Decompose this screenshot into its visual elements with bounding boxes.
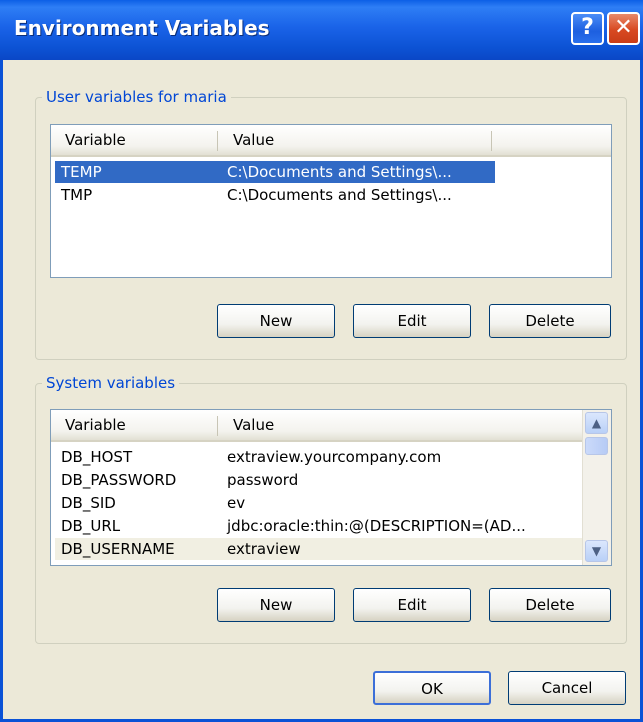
variable-value: C:\Documents and Settings\...	[227, 186, 452, 204]
variable-value: extraview.yourcompany.com	[227, 448, 442, 466]
variable-name: DB_PASSWORD	[61, 471, 177, 489]
scroll-thumb[interactable]	[585, 437, 608, 455]
ok-button[interactable]: OK	[373, 671, 491, 705]
variable-name: DB_HOST	[61, 448, 133, 466]
user-new-button[interactable]: New	[217, 304, 335, 338]
system-variables-label: System variables	[46, 374, 176, 392]
column-header-value[interactable]: Value	[219, 410, 519, 440]
list-item-db-username[interactable]: DB_USERNAME extraview	[51, 538, 611, 560]
user-delete-button[interactable]: Delete	[489, 304, 611, 338]
cancel-button[interactable]: Cancel	[508, 671, 626, 705]
chevron-up-icon: ▲	[591, 416, 602, 430]
title-bar[interactable]: Environment Variables ? ✕	[0, 0, 643, 60]
window-title: Environment Variables	[14, 16, 270, 40]
variable-name: DB_SID	[61, 494, 116, 512]
list-header: Variable Value	[51, 125, 611, 157]
list-item-db-sid[interactable]: DB_SID ev	[51, 492, 611, 514]
variable-value: C:\Documents and Settings\...	[227, 163, 452, 181]
list-header: Variable Value	[51, 410, 584, 442]
variable-name: TEMP	[61, 163, 102, 181]
variable-value: ev	[227, 494, 246, 512]
system-delete-button[interactable]: Delete	[489, 588, 611, 622]
column-divider[interactable]	[217, 416, 218, 436]
variable-name: DB_URL	[61, 517, 121, 535]
vertical-scrollbar[interactable]: ▲ ▼	[582, 410, 611, 565]
question-mark-icon: ?	[581, 15, 594, 40]
list-item-temp[interactable]: TEMP C:\Documents and Settings\...	[51, 161, 611, 183]
help-button[interactable]: ?	[571, 12, 604, 45]
close-button[interactable]: ✕	[607, 12, 640, 45]
user-variables-label: User variables for maria	[46, 88, 227, 106]
close-icon: ✕	[614, 15, 633, 40]
variable-name: DB_USERNAME	[61, 540, 175, 558]
system-edit-button[interactable]: Edit	[353, 588, 471, 622]
user-edit-button[interactable]: Edit	[353, 304, 471, 338]
list-item-tmp[interactable]: TMP C:\Documents and Settings\...	[51, 184, 611, 206]
user-variables-list[interactable]: Variable Value TEMP C:\Documents and Set…	[50, 124, 612, 278]
column-header-value[interactable]: Value	[219, 125, 489, 155]
list-item-db-url[interactable]: DB_URL jdbc:oracle:thin:@(DESCRIPTION=(A…	[51, 515, 611, 537]
scroll-up-button[interactable]: ▲	[585, 412, 608, 434]
variable-name: TMP	[61, 186, 93, 204]
chevron-down-icon: ▼	[591, 544, 602, 558]
column-divider[interactable]	[491, 131, 492, 151]
list-item-db-password[interactable]: DB_PASSWORD password	[51, 469, 611, 491]
column-divider[interactable]	[217, 131, 218, 151]
variable-value: extraview	[227, 540, 301, 558]
column-header-variable[interactable]: Variable	[51, 125, 221, 155]
variable-value: password	[227, 471, 299, 489]
scroll-down-button[interactable]: ▼	[585, 540, 608, 562]
system-new-button[interactable]: New	[217, 588, 335, 622]
column-header-variable[interactable]: Variable	[51, 410, 221, 440]
list-item-db-host[interactable]: DB_HOST extraview.yourcompany.com	[51, 446, 611, 468]
system-variables-list[interactable]: Variable Value DB_HOST extraview.yourcom…	[50, 409, 612, 566]
variable-value: jdbc:oracle:thin:@(DESCRIPTION=(AD...	[227, 517, 526, 535]
